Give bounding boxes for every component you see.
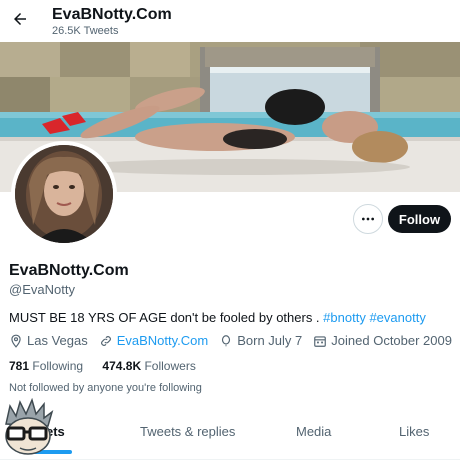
profile-bio: MUST BE 18 YRS OF AGE don't be fooled by… — [9, 310, 426, 325]
link-icon — [100, 335, 111, 346]
profile-avatar[interactable] — [11, 141, 117, 247]
following-count: 781 — [9, 359, 30, 373]
arrow-left-icon — [14, 13, 26, 25]
followers-count: 474.8K — [102, 359, 142, 373]
tab-tweets-replies[interactable]: Tweets & replies — [140, 424, 235, 439]
website-item[interactable]: EvaBNotty.Com — [99, 333, 209, 348]
follow-stats: 781 Following 474.8K Followers — [9, 359, 212, 373]
follow-button[interactable]: Follow — [388, 205, 451, 233]
joined-text: Joined October 2009 — [331, 333, 452, 348]
tab-media[interactable]: Media — [296, 424, 331, 439]
following-link[interactable]: 781 Following — [9, 359, 86, 373]
joined-item: Joined October 2009 — [313, 333, 452, 348]
profile-meta: Las Vegas EvaBNotty.Com Born July 7 Join… — [9, 333, 460, 348]
calendar-icon — [314, 335, 327, 347]
profile-handle: @EvaNotty — [9, 282, 75, 297]
tab-likes[interactable]: Likes — [399, 424, 429, 439]
followers-label: Followers — [144, 359, 196, 373]
following-label: Following — [32, 359, 84, 373]
watermark-logo — [0, 397, 56, 456]
profile-tabs: ets Tweets & replies Media Likes — [0, 413, 460, 460]
balloon-icon — [222, 334, 231, 346]
profile-display-name: EvaBNotty.Com — [9, 262, 129, 279]
more-horizontal-icon — [362, 217, 374, 221]
bio-text: MUST BE 18 YRS OF AGE don't be fooled by… — [9, 310, 324, 325]
birthday-item: Born July 7 — [219, 333, 302, 348]
bio-hashtag-bnotty[interactable]: #bnotty — [323, 310, 366, 325]
more-options-button[interactable] — [353, 204, 383, 234]
tweet-count: 26.5K Tweets — [52, 25, 119, 37]
top-bar: EvaBNotty.Com 26.5K Tweets — [0, 0, 460, 42]
location-item: Las Vegas — [9, 333, 88, 348]
location-pin-icon — [11, 334, 21, 348]
not-followed-note: Not followed by anyone you're following — [9, 382, 202, 394]
website-link[interactable]: EvaBNotty.Com — [117, 333, 209, 348]
followers-link[interactable]: 474.8K Followers — [102, 359, 195, 373]
bio-hashtag-evanotty[interactable]: #evanotty — [369, 310, 425, 325]
location-text: Las Vegas — [27, 333, 88, 348]
back-button[interactable] — [10, 9, 30, 29]
avatar-image — [15, 145, 113, 243]
header-title: EvaBNotty.Com — [52, 6, 172, 23]
birthday-text: Born July 7 — [237, 333, 303, 348]
